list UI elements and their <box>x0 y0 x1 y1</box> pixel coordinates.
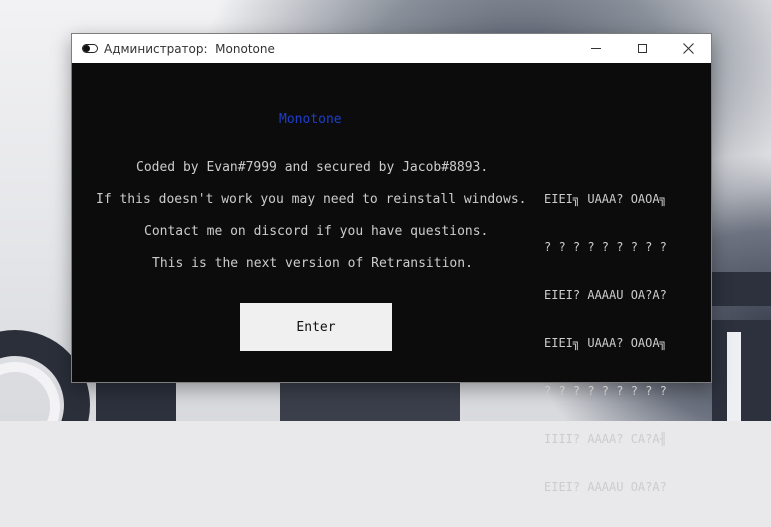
garbled-line: EIEI? AAAAU OA?A? <box>544 288 667 302</box>
garbled-line: ? ? ? ? ? ? ? ? ? <box>544 240 667 254</box>
console-line-reinstall-warning: If this doesn't work you may need to rei… <box>96 192 527 207</box>
console-window: Администратор: Monotone Monotone Coded b… <box>71 33 712 494</box>
window-title: Администратор: Monotone <box>104 41 275 56</box>
console-output[interactable]: Monotone Coded by Evan#7999 and secured … <box>72 63 711 494</box>
garbled-text-block: EIEI╗ UAAA? OAOA╗ ? ? ? ? ? ? ? ? ? EIEI… <box>544 159 667 527</box>
maximize-button[interactable] <box>619 34 665 63</box>
enter-button[interactable]: Enter <box>240 303 392 351</box>
close-button[interactable] <box>665 34 711 63</box>
garbled-line: EIEI╗ UAAA? OAOA╗ <box>544 192 667 206</box>
wallpaper-shape <box>727 332 741 421</box>
window-controls <box>573 34 711 63</box>
console-app-icon <box>82 44 98 53</box>
garbled-line: EIEI? AAAAU OA?A? <box>544 480 667 494</box>
wallpaper-shape <box>712 320 771 421</box>
garbled-line: EIEI╗ UAAA? OAOA╗ <box>544 336 667 350</box>
garbled-line: IIII? AAAA? CA?A╢ <box>544 432 667 446</box>
garbled-line: ? ? ? ? ? ? ? ? ? <box>544 384 667 398</box>
close-icon <box>682 43 694 54</box>
wallpaper-shape <box>280 383 460 421</box>
minimize-button[interactable] <box>573 34 619 63</box>
app-name-heading: Monotone <box>279 112 342 127</box>
console-line-credits: Coded by Evan#7999 and secured by Jacob#… <box>136 160 489 175</box>
console-line-contact: Contact me on discord if you have questi… <box>144 224 489 239</box>
maximize-icon <box>637 44 647 53</box>
console-line-version: This is the next version of Retransition… <box>152 256 473 271</box>
minimize-icon <box>591 48 601 49</box>
title-bar[interactable]: Администратор: Monotone <box>72 34 711 63</box>
